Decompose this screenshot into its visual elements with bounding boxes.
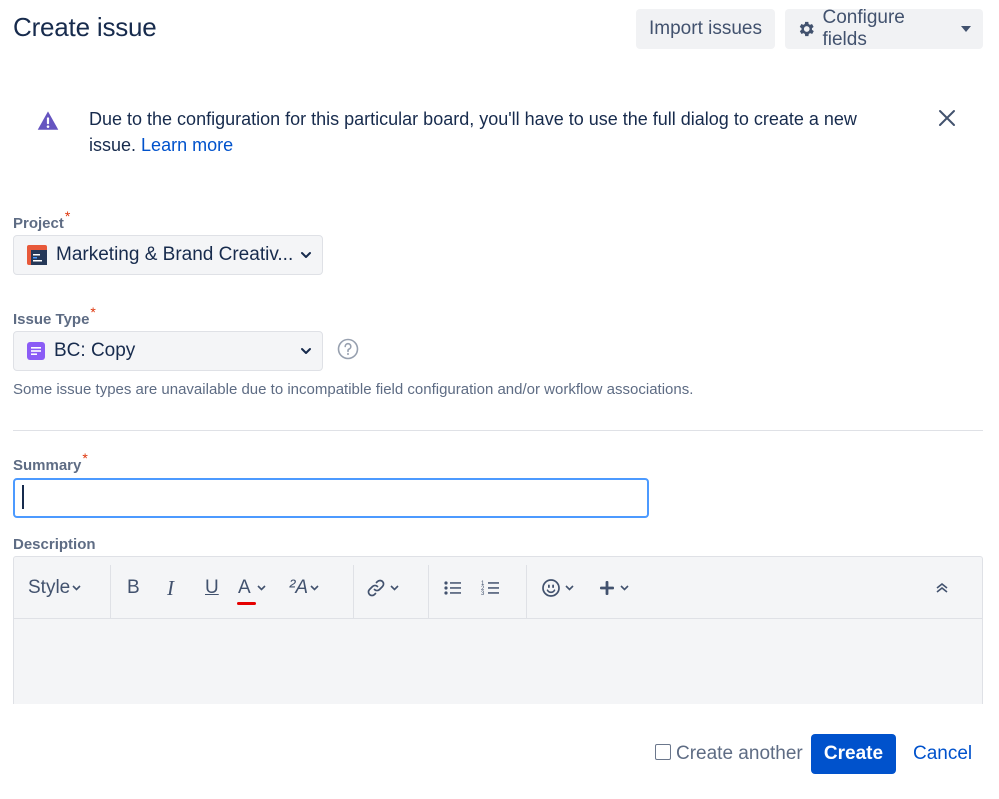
project-label: Project*	[13, 208, 70, 232]
text-color-swatch	[237, 602, 256, 605]
italic-button[interactable]: I	[167, 557, 174, 619]
description-editor[interactable]: Style B I U A ²A 1 2 3	[13, 556, 983, 704]
issue-type-note: Some issue types are unavailable due to …	[13, 381, 694, 398]
configure-fields-label: Configure fields	[822, 7, 905, 50]
style-dropdown[interactable]: Style	[28, 557, 81, 619]
chevron-down-icon	[72, 585, 81, 591]
more-formatting-button[interactable]: ²A	[289, 557, 319, 619]
learn-more-link[interactable]: Learn more	[141, 135, 233, 155]
chevron-down-icon	[620, 585, 629, 591]
bullet-list-button[interactable]	[443, 557, 463, 619]
warning-icon	[37, 111, 59, 130]
import-issues-button[interactable]: Import issues	[636, 9, 775, 49]
editor-toolbar: Style B I U A ²A 1 2 3	[14, 557, 982, 619]
cancel-button[interactable]: Cancel	[913, 743, 972, 765]
bold-icon: B	[127, 577, 140, 598]
help-icon[interactable]	[337, 338, 359, 360]
numbered-list-button[interactable]: 1 2 3	[481, 557, 501, 619]
issue-type-label-text: Issue Type	[13, 311, 90, 328]
toolbar-separator	[428, 565, 429, 619]
toolbar-separator	[353, 565, 354, 619]
configure-fields-button[interactable]: Configure fields	[785, 7, 983, 50]
svg-text:3: 3	[481, 591, 485, 597]
gear-icon	[799, 21, 814, 37]
summary-input[interactable]	[13, 478, 649, 518]
create-another-checkbox[interactable]	[655, 744, 671, 760]
chevron-down-icon	[390, 585, 399, 591]
project-value: Marketing & Brand Creativ...	[56, 244, 294, 265]
page-title: Create issue	[13, 12, 157, 42]
emoji-button[interactable]	[541, 557, 574, 619]
issue-type-value: BC: Copy	[54, 340, 136, 361]
chevron-down-icon	[301, 252, 311, 258]
toolbar-separator	[110, 565, 111, 619]
chevron-down-icon	[257, 585, 266, 591]
more-formatting-icon: ²A	[289, 577, 308, 598]
double-chevron-up-icon	[936, 582, 948, 593]
insert-button[interactable]	[598, 557, 629, 619]
plus-icon	[600, 581, 614, 595]
summary-label: Summary*	[13, 450, 88, 474]
style-label: Style	[28, 577, 71, 598]
summary-label-text: Summary	[13, 457, 82, 474]
numbered-list-icon: 1 2 3	[481, 581, 499, 597]
chevron-down-icon	[310, 585, 319, 591]
chevron-down-icon	[961, 26, 971, 32]
create-button[interactable]: Create	[811, 734, 896, 774]
create-another-label[interactable]: Create another	[676, 743, 803, 765]
underline-icon: U	[205, 577, 219, 598]
toolbar-separator	[526, 565, 527, 619]
collapse-toolbar-button[interactable]	[935, 557, 949, 619]
divider	[13, 430, 983, 431]
italic-icon: I	[167, 575, 174, 600]
text-color-glyph: A	[238, 577, 251, 598]
link-icon	[367, 579, 385, 597]
required-marker: *	[90, 304, 96, 320]
text-color-icon: A	[237, 577, 256, 605]
project-avatar-icon	[27, 245, 47, 265]
text-color-button[interactable]: A	[237, 557, 266, 619]
import-issues-label: Import issues	[649, 18, 762, 39]
underline-button[interactable]: U	[205, 557, 219, 619]
required-marker: *	[64, 208, 71, 224]
bullet-list-icon	[444, 581, 461, 595]
chevron-down-icon	[301, 348, 311, 354]
close-icon[interactable]	[937, 108, 957, 128]
create-button-label: Create	[823, 743, 884, 764]
project-select[interactable]: Marketing & Brand Creativ...	[13, 235, 323, 275]
project-label-text: Project	[13, 215, 64, 232]
bold-button[interactable]: B	[127, 557, 140, 619]
banner-message: Due to the configuration for this partic…	[89, 106, 899, 158]
required-marker: *	[82, 450, 88, 466]
text-cursor	[22, 485, 24, 509]
issue-type-icon	[27, 342, 45, 360]
link-button[interactable]	[366, 557, 399, 619]
description-label: Description	[13, 536, 96, 553]
info-banner: Due to the configuration for this partic…	[13, 84, 983, 164]
chevron-down-icon	[565, 585, 574, 591]
emoji-icon	[542, 579, 560, 597]
issue-type-select[interactable]: BC: Copy	[13, 331, 323, 371]
issue-type-label: Issue Type*	[13, 304, 96, 328]
